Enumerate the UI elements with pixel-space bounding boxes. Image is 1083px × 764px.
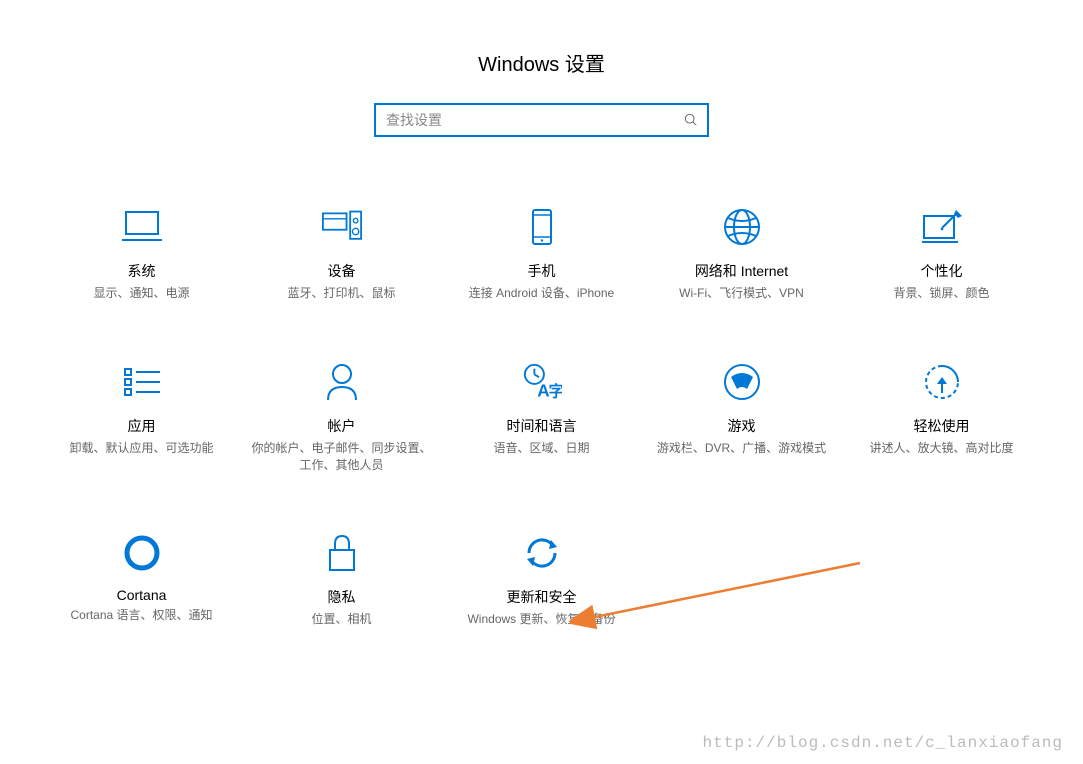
- privacy-icon: [322, 533, 362, 573]
- tile-desc: 连接 Android 设备、iPhone: [469, 285, 614, 302]
- tile-desc: 讲述人、放大镜、高对比度: [869, 440, 1013, 457]
- tile-network[interactable]: 网络和 Internet Wi-Fi、飞行模式、VPN: [642, 207, 842, 302]
- tile-title: 设备: [328, 261, 356, 281]
- search-icon[interactable]: [675, 113, 707, 127]
- tile-time-language[interactable]: A字 时间和语言 语音、区域、日期: [442, 362, 642, 474]
- search-box[interactable]: [374, 103, 709, 137]
- tile-title: 手机: [528, 261, 556, 281]
- tile-desc: 游戏栏、DVR、广播、游戏模式: [657, 440, 826, 457]
- tile-desc: 语音、区域、日期: [493, 440, 589, 457]
- tile-ease-of-access[interactable]: 轻松使用 讲述人、放大镜、高对比度: [842, 362, 1042, 474]
- tile-gaming[interactable]: 游戏 游戏栏、DVR、广播、游戏模式: [642, 362, 842, 474]
- tile-desc: 背景、锁屏、颜色: [893, 285, 989, 302]
- tile-cortana[interactable]: Cortana Cortana 语言、权限、通知: [42, 533, 242, 628]
- tile-personalization[interactable]: 个性化 背景、锁屏、颜色: [842, 207, 1042, 302]
- tile-title: 更新和安全: [507, 587, 577, 607]
- update-security-icon: [522, 533, 562, 573]
- tile-desc: Wi-Fi、飞行模式、VPN: [679, 285, 804, 302]
- tile-desc: Windows 更新、恢复、备份: [467, 611, 615, 628]
- personalization-icon: [922, 207, 962, 247]
- tile-desc: 位置、相机: [311, 611, 371, 628]
- phone-icon: [522, 207, 562, 247]
- tile-update-security[interactable]: 更新和安全 Windows 更新、恢复、备份: [442, 533, 642, 628]
- settings-grid: 系统 显示、通知、电源 设备 蓝牙、打印机、鼠标 手机 连接 Android 设…: [0, 207, 1083, 628]
- devices-icon: [322, 207, 362, 247]
- tile-title: 个性化: [921, 261, 963, 281]
- cortana-icon: [122, 533, 162, 573]
- tile-system[interactable]: 系统 显示、通知、电源: [42, 207, 242, 302]
- gaming-icon: [722, 362, 762, 402]
- tile-title: Cortana: [117, 587, 167, 603]
- page-title: Windows 设置: [0, 0, 1083, 103]
- search-input[interactable]: [376, 105, 675, 135]
- tile-title: 轻松使用: [914, 416, 970, 436]
- tile-title: 应用: [128, 416, 156, 436]
- tile-title: 游戏: [728, 416, 756, 436]
- tile-desc: Cortana 语言、权限、通知: [70, 607, 212, 624]
- tile-privacy[interactable]: 隐私 位置、相机: [242, 533, 442, 628]
- tile-title: 时间和语言: [507, 416, 577, 436]
- apps-icon: [122, 362, 162, 402]
- accounts-icon: [322, 362, 362, 402]
- tile-desc: 卸载、默认应用、可选功能: [69, 440, 213, 457]
- tile-accounts[interactable]: 帐户 你的帐户、电子邮件、同步设置、工作、其他人员: [242, 362, 442, 474]
- tile-desc: 你的帐户、电子邮件、同步设置、工作、其他人员: [252, 440, 432, 474]
- tile-devices[interactable]: 设备 蓝牙、打印机、鼠标: [242, 207, 442, 302]
- ease-of-access-icon: [922, 362, 962, 402]
- tile-title: 系统: [128, 261, 156, 281]
- watermark: http://blog.csdn.net/c_lanxiaofang: [703, 734, 1063, 752]
- tile-desc: 显示、通知、电源: [93, 285, 189, 302]
- system-icon: [122, 207, 162, 247]
- tile-title: 网络和 Internet: [695, 261, 788, 281]
- network-icon: [722, 207, 762, 247]
- svg-text:字: 字: [548, 382, 561, 400]
- tile-apps[interactable]: 应用 卸载、默认应用、可选功能: [42, 362, 242, 474]
- search-container: [0, 103, 1083, 137]
- tile-desc: 蓝牙、打印机、鼠标: [287, 285, 395, 302]
- time-language-icon: A字: [522, 362, 562, 402]
- tile-title: 隐私: [328, 587, 356, 607]
- tile-phone[interactable]: 手机 连接 Android 设备、iPhone: [442, 207, 642, 302]
- tile-title: 帐户: [328, 416, 356, 436]
